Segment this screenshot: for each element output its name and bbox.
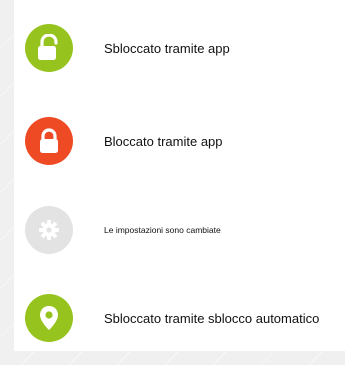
list-item[interactable]: Sbloccato tramite app: [14, 24, 345, 72]
list-item-label: Sbloccato tramite sblocco automatico: [104, 310, 320, 326]
location-pin-icon: [25, 294, 73, 342]
list-item[interactable]: Le impostazioni sono cambiate: [14, 206, 345, 254]
event-list: Sbloccato tramite app Bloccato tramite a…: [14, 0, 345, 351]
list-item[interactable]: Sbloccato tramite sblocco automatico: [14, 294, 345, 342]
lock-icon: [25, 117, 73, 165]
list-item-label: Bloccato tramite app: [104, 133, 223, 149]
gear-icon: [25, 206, 73, 254]
list-item-label: Le impostazioni sono cambiate: [104, 225, 221, 235]
list-item[interactable]: Bloccato tramite app: [14, 117, 345, 165]
list-item-label: Sbloccato tramite app: [104, 40, 230, 56]
unlock-icon: [25, 24, 73, 72]
